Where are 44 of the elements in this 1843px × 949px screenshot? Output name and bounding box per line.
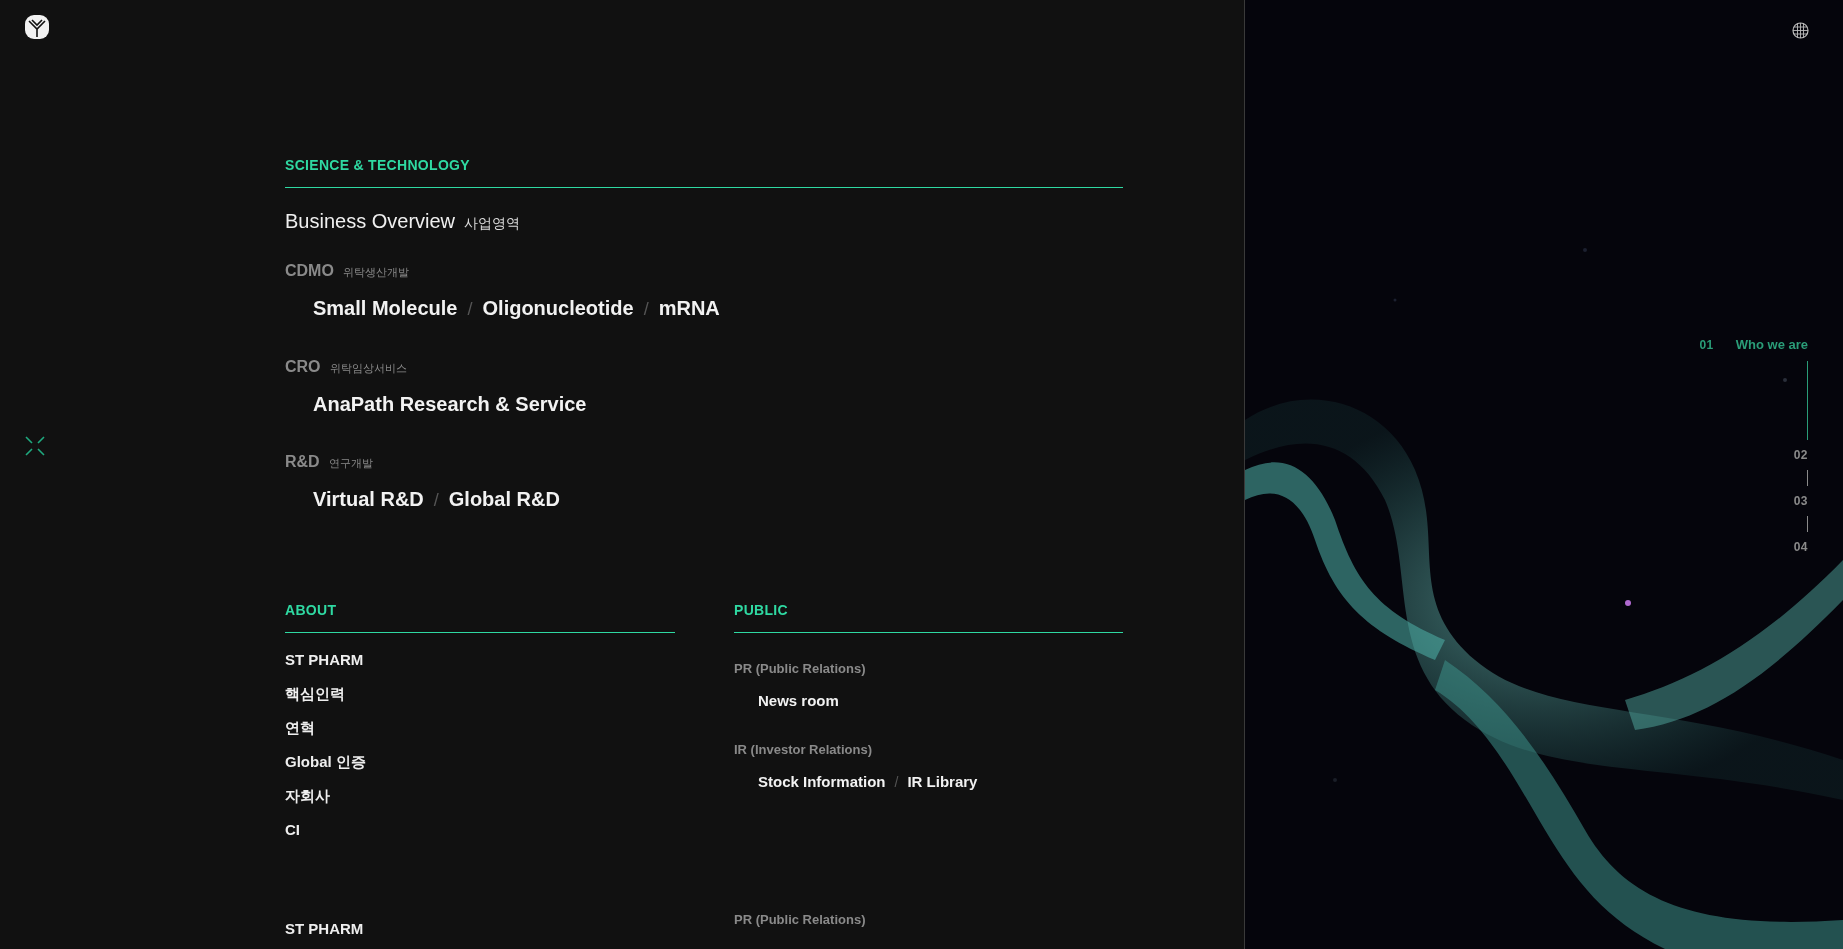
menu-link[interactable]: 연혁 — [285, 718, 675, 738]
section-heading: PUBLIC — [734, 601, 1123, 633]
menu-link[interactable]: mRNA — [658, 295, 720, 321]
menu-link[interactable]: AnaPath Research & Service — [313, 391, 587, 417]
menu-link[interactable]: News room — [758, 691, 839, 711]
separator: / — [433, 489, 439, 512]
menu-link[interactable]: Small Molecule — [313, 295, 458, 321]
menu-link[interactable]: 핵심인력 — [285, 684, 675, 704]
menu-link[interactable]: Virtual R&D — [313, 486, 424, 512]
menu-link[interactable]: CI — [285, 820, 675, 840]
globe-icon[interactable] — [1792, 22, 1809, 39]
group-label: IR (Investor Relations) — [734, 741, 873, 759]
group-label: R&D — [285, 453, 320, 471]
section-heading: SCIENCE & TECHNOLOGY — [285, 156, 1123, 188]
close-icon[interactable] — [25, 436, 45, 456]
menu-link[interactable]: ST PHARM — [285, 919, 675, 939]
section-nav-item[interactable]: 01 Who we are — [1699, 337, 1808, 353]
menu-link[interactable]: Global 인증 — [285, 752, 675, 772]
section-heading: ABOUT — [285, 601, 675, 633]
menu-link[interactable]: 자회사 — [285, 786, 675, 806]
section-nav-item[interactable]: 02 — [1793, 447, 1808, 463]
section-number: 01 — [1699, 337, 1714, 353]
divider-line — [1806, 516, 1808, 532]
divider-line — [1806, 470, 1808, 486]
separator: / — [467, 298, 473, 321]
menu-link[interactable]: Oligonucleotide — [482, 295, 634, 321]
menu-link[interactable]: Business Overview — [285, 208, 456, 234]
section-nav-item[interactable]: 04 — [1793, 539, 1808, 555]
menu-link[interactable]: IR Library — [907, 772, 978, 792]
group-label: PR (Public Relations) — [734, 911, 867, 929]
section-label: Who we are — [1735, 337, 1808, 353]
korean-label: 연구개발 — [328, 456, 373, 471]
separator: / — [894, 773, 899, 792]
group-label: PR (Public Relations) — [734, 660, 867, 678]
menu-link[interactable]: ST PHARM — [285, 650, 675, 670]
korean-label: 위탁생산개발 — [342, 265, 409, 280]
menu-link[interactable]: Global R&D — [448, 486, 560, 512]
group-label: CDMO — [285, 262, 334, 280]
korean-label: 사업영역 — [464, 215, 521, 233]
group-label: CRO — [285, 358, 321, 376]
korean-label: 위탁임상서비스 — [329, 361, 407, 376]
section-nav-item[interactable]: 03 — [1793, 493, 1808, 509]
menu-link[interactable]: Stock Information — [758, 772, 886, 792]
separator: / — [643, 298, 649, 321]
